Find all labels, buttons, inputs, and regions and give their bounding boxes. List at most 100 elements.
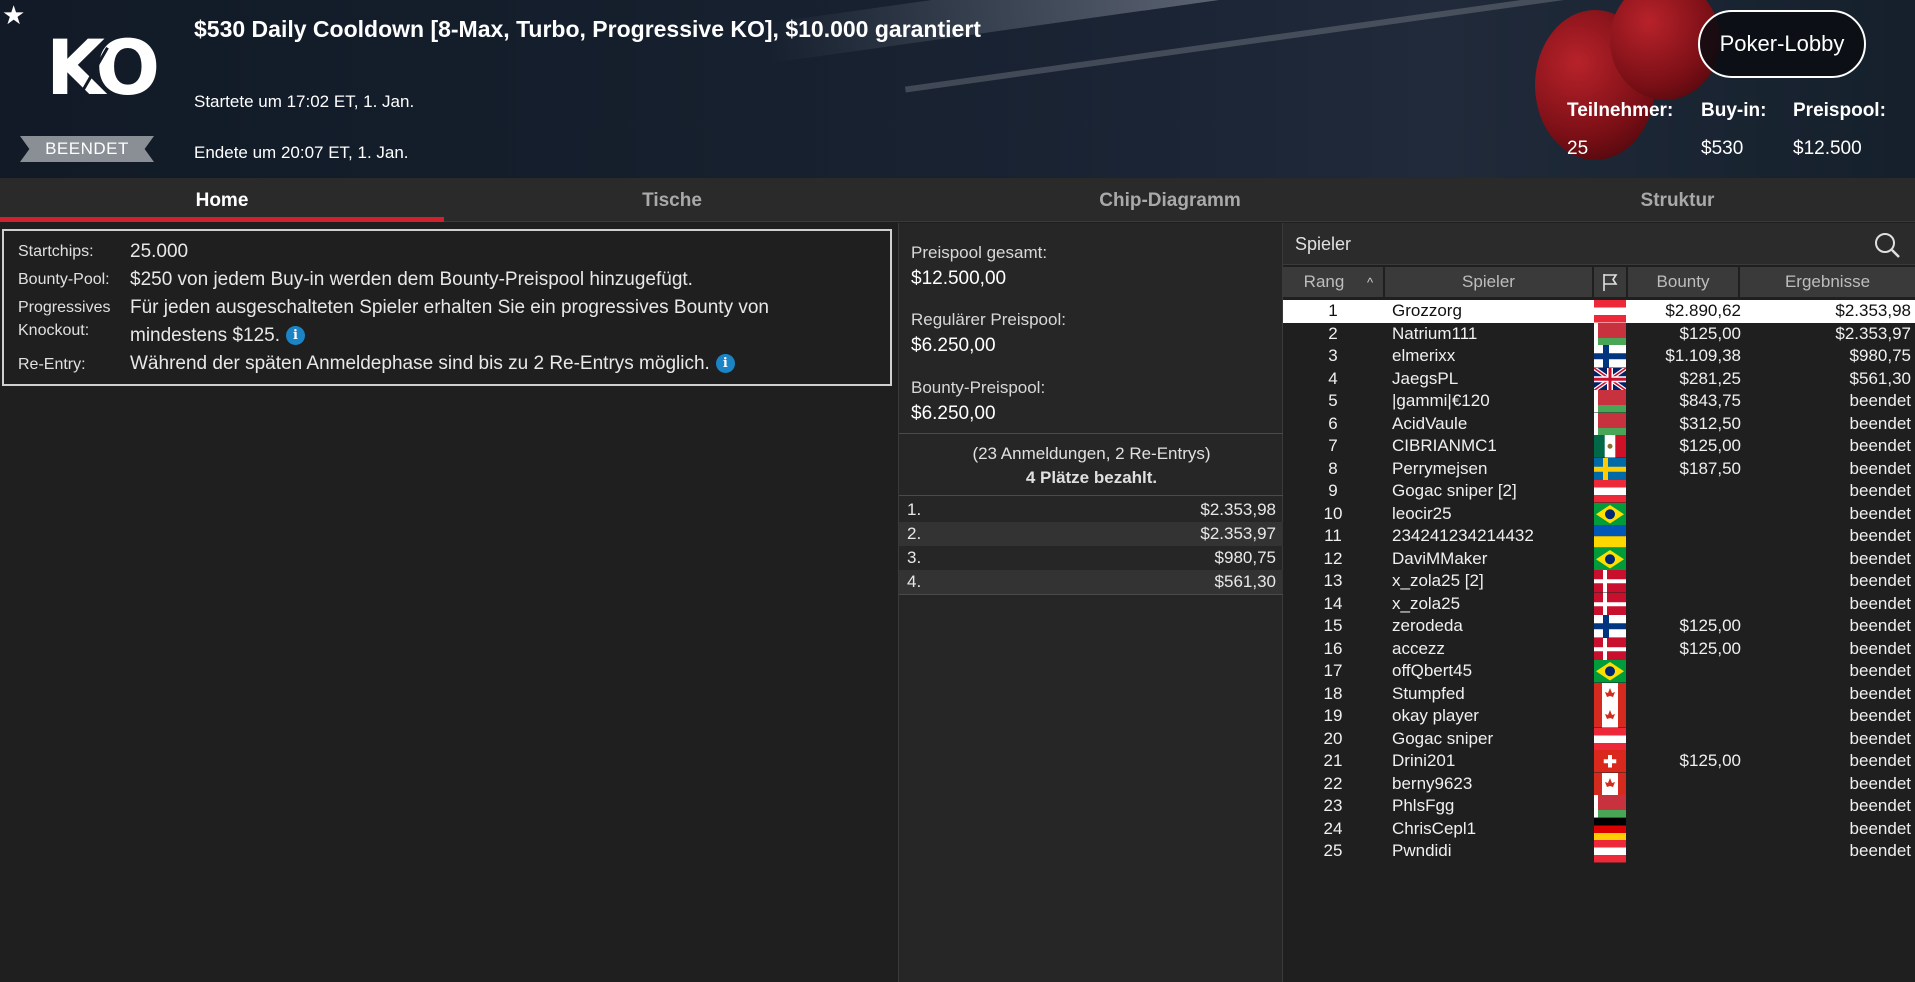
table-row[interactable]: 16 accezz $125,00 beendet [1283,637,1915,660]
player-rank: 18 [1323,683,1343,703]
player-rank: 16 [1323,638,1343,658]
player-result: beendet [1849,526,1911,545]
paid-places-note: 4 Plätze bezahlt. [1025,468,1158,487]
player-name: offQbert45 [1392,661,1473,680]
prizepool-value: $12.500 [1793,138,1862,159]
table-row[interactable]: 13 x_zola25 [2] beendet [1283,570,1915,593]
finland-flag-icon [1594,615,1626,638]
player-name: Gogac sniper [2] [1392,481,1517,500]
player-rank: 20 [1323,728,1343,748]
sort-ascending-icon[interactable]: ^ [1367,276,1379,289]
finland-flag-icon [1594,345,1626,368]
austria-flag-icon [1594,840,1626,863]
player-rank: 14 [1323,593,1343,613]
prizepool-panel: Preispool gesamt: $12.500,00 Regulärer P… [898,223,1284,982]
player-name: accezz [1392,638,1445,658]
table-row[interactable]: 8 Perrymejsen $187,50 beendet [1283,457,1915,480]
table-row[interactable]: 17 offQbert45 beendet [1283,660,1915,683]
player-rank: 12 [1323,548,1343,568]
player-bounty: $187,50 [1679,458,1741,478]
table-row[interactable]: 14 x_zola25 beendet [1283,592,1915,615]
belarus-flag-icon [1594,795,1626,818]
player-rank: 8 [1328,458,1338,478]
table-row[interactable]: 18 Stumpfed beendet [1283,682,1915,705]
buyin-value: $530 [1701,138,1744,159]
player-search-input[interactable]: Spieler [1283,223,1915,265]
end-time: Endete um 20:07 ET, 1. Jan. [194,143,409,162]
player-name: berny9623 [1392,773,1473,793]
table-row[interactable]: 2 Natrium111 $125,00 $2.353,97 [1283,322,1915,345]
tab-structure[interactable]: Struktur [1440,178,1915,222]
switzerland-flag-icon [1594,750,1626,773]
table-row[interactable]: 12 DaviMMaker beendet [1283,547,1915,570]
table-row[interactable]: 21 Drini201 $125,00 beendet [1283,750,1915,773]
player-rank: 3 [1328,346,1338,365]
table-row[interactable]: 24 ChrisCepl1 beendet [1283,817,1915,840]
column-header-flag[interactable] [1594,267,1626,297]
buyin-label: Buy-in: [1701,100,1767,121]
player-name: |gammi|€120 [1392,391,1490,410]
poker-lobby-button[interactable]: Poker-Lobby [1698,10,1866,78]
startchips-value: 25.000 [130,241,189,262]
player-result: beendet [1849,616,1911,635]
player-result: $561,30 [1849,368,1911,388]
table-row[interactable]: 4 JaegsPL $281,25 $561,30 [1283,367,1915,390]
player-rank: 22 [1323,773,1343,793]
favorite-star-icon[interactable]: ★ [2,2,28,28]
regular-prizepool-label: Regulärer Preispool: [911,310,1066,329]
player-result: beendet [1849,706,1911,725]
table-row[interactable]: 23 PhlsFgg beendet [1283,795,1915,818]
player-bounty: $2.890,62 [1665,301,1741,320]
column-header-result[interactable]: Ergebnisse [1740,267,1915,297]
table-row[interactable]: 3 elmerixx $1.109,38 $980,75 [1283,345,1915,368]
player-result: beendet [1849,503,1911,523]
player-result: beendet [1849,683,1911,703]
player-rank: 5 [1328,391,1338,410]
tab-tables[interactable]: Tische [444,178,900,222]
search-icon[interactable] [1873,231,1901,259]
player-result: $2.353,98 [1835,301,1911,320]
table-row[interactable]: 20 Gogac sniper beendet [1283,727,1915,750]
player-result: beendet [1849,391,1911,410]
table-row[interactable]: 22 berny9623 beendet [1283,772,1915,795]
player-rank: 23 [1323,796,1343,815]
player-result: beendet [1849,841,1911,860]
table-row[interactable]: 10 leocir25 beendet [1283,502,1915,525]
bounty-prizepool-value: $6.250,00 [911,403,996,424]
player-result: beendet [1849,728,1911,748]
column-header-bounty[interactable]: Bounty [1628,267,1738,297]
table-row[interactable]: 7 CIBRIANMC1 $125,00 beendet [1283,435,1915,458]
player-name: okay player [1392,706,1479,725]
belarus-flag-icon [1594,390,1626,413]
tab-chip-chart[interactable]: Chip-Diagramm [900,178,1440,222]
table-row[interactable]: 5 |gammi|€120 $843,75 beendet [1283,390,1915,413]
table-row[interactable]: 9 Gogac sniper [2] beendet [1283,480,1915,503]
player-rank: 2 [1328,323,1338,343]
table-row[interactable]: 6 AcidVaule $312,50 beendet [1283,412,1915,435]
player-name: Grozzorg [1392,301,1462,320]
denmark-flag-icon [1594,592,1626,615]
denmark-flag-icon [1594,637,1626,660]
brazil-flag-icon [1594,660,1626,683]
table-row[interactable]: 25 Pwndidi beendet [1283,840,1915,863]
tab-home[interactable]: Home [0,178,444,222]
table-row[interactable]: 1 Grozzorg $2.890,62 $2.353,98 [1283,300,1915,323]
players-panel: Spieler Rang ^ Spieler Bounty Ergebnisse… [1283,223,1915,982]
player-rank: 9 [1328,481,1338,500]
table-row[interactable]: 15 zerodeda $125,00 beendet [1283,615,1915,638]
ukraine-flag-icon [1594,525,1626,548]
brazil-flag-icon [1594,502,1626,525]
austria-flag-icon [1594,300,1626,323]
table-row[interactable]: 19 okay player beendet [1283,705,1915,728]
column-header-player[interactable]: Spieler [1385,267,1592,297]
player-rank: 7 [1328,436,1338,455]
payout-row: 1. $2.353,98 [907,500,1276,519]
table-row[interactable]: 11 234241234214432 beendet [1283,525,1915,548]
player-result: beendet [1849,638,1911,658]
player-name: Gogac sniper [1392,728,1494,748]
info-icon[interactable]: i [286,326,305,346]
player-bounty: $125,00 [1679,323,1741,343]
canada-flag-icon [1594,682,1626,705]
player-rank: 15 [1323,616,1343,635]
info-icon[interactable]: i [715,354,735,374]
